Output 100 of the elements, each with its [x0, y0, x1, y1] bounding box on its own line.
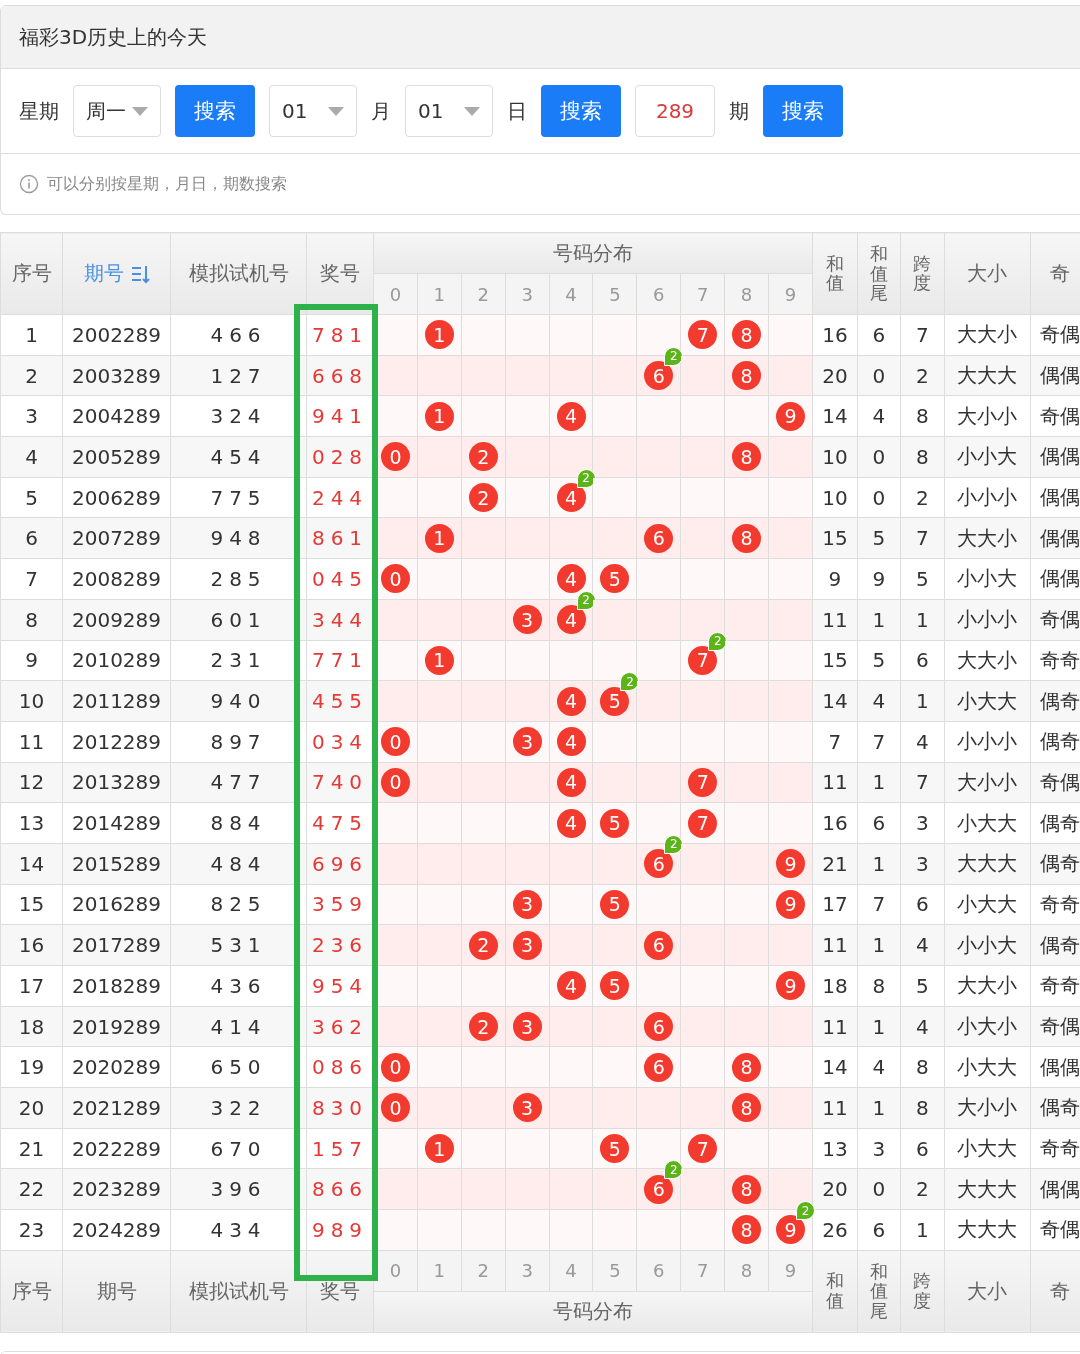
table-cell: 0: [857, 1168, 901, 1210]
number-ball: 8: [732, 1052, 762, 1082]
table-cell: 15: [0, 884, 63, 925]
column-header: 跨度: [900, 232, 945, 315]
table-cell: 7: [0, 558, 63, 600]
table-cell: 5: [900, 965, 945, 1007]
number-ball: 3: [512, 1012, 542, 1042]
number-ball: 3: [512, 727, 542, 757]
column-header: 和值尾: [857, 232, 901, 315]
number-ball: 2: [468, 1012, 498, 1042]
table-cell: 2022289: [62, 1128, 171, 1169]
table-cell: 2003289: [62, 355, 171, 396]
table-cell: 20: [812, 1168, 858, 1210]
table-cell: 436: [170, 965, 307, 1007]
table-cell: 15: [812, 517, 858, 559]
table-cell: 5: [857, 640, 901, 681]
number-ball: 7: [688, 320, 718, 350]
table-cell: 偶奇: [1030, 924, 1080, 966]
table-cell: 414: [170, 1006, 307, 1047]
table-cell: 偶奇: [1030, 680, 1080, 722]
column-header: 模拟试机号: [170, 1250, 307, 1333]
table-cell: 大大小: [944, 640, 1031, 681]
table-cell: 8: [900, 1087, 945, 1129]
table-cell: 14: [812, 1046, 858, 1088]
sort-icon[interactable]: [129, 263, 150, 284]
search-button[interactable]: 搜索: [175, 85, 255, 137]
table-cell: 5: [0, 477, 63, 518]
number-ball: 4: [556, 727, 586, 757]
table-cell: 小大小: [944, 1006, 1031, 1047]
number-ball: 5: [600, 971, 630, 1001]
number-ball: 7: [688, 1134, 718, 1164]
table-cell: 20: [812, 355, 858, 396]
column-header: 期号: [62, 1250, 171, 1333]
column-header: 模拟试机号: [170, 232, 307, 315]
table-cell: 2002289: [62, 314, 171, 356]
number-ball: 9: [776, 889, 805, 919]
table-cell: 3: [900, 843, 945, 885]
column-header: 3: [505, 1250, 550, 1292]
table-cell: 434: [170, 1209, 307, 1251]
table-cell: 2: [0, 355, 63, 396]
table-cell: 5: [857, 517, 901, 559]
table-cell: 9: [812, 558, 858, 600]
table-cell: 2009289: [62, 599, 171, 640]
number-ball: 9: [776, 401, 805, 431]
table-cell: 1: [900, 599, 945, 640]
table-cell: 11: [812, 599, 858, 640]
table-cell: 14: [812, 680, 858, 722]
column-header: 7: [680, 1250, 725, 1292]
table-cell: 1: [900, 1209, 945, 1251]
table-cell: 23: [0, 1209, 63, 1251]
number-ball: 6: [644, 523, 674, 553]
month-select[interactable]: 01: [269, 85, 357, 137]
table-cell: 7: [900, 762, 945, 803]
table-cell: 2: [900, 1168, 945, 1210]
table-cell: 477: [170, 762, 307, 803]
table-cell: 11: [812, 1006, 858, 1047]
table-cell: 7: [857, 721, 901, 763]
table-cell: 13: [0, 802, 63, 844]
table-cell: 小小小: [944, 477, 1031, 518]
weekday-select[interactable]: 周一: [73, 85, 161, 137]
search-button[interactable]: 搜索: [541, 85, 621, 137]
table-cell: 7: [900, 517, 945, 559]
table-cell: 17: [812, 884, 858, 925]
table-cell: 0: [857, 355, 901, 396]
table-cell: 10: [812, 436, 858, 478]
number-ball: 8: [732, 523, 762, 553]
issue-input[interactable]: 289: [635, 85, 715, 137]
table-cell: 小大大: [944, 884, 1031, 925]
number-ball: 3: [512, 605, 542, 635]
table-cell: 1: [857, 1006, 901, 1047]
table-cell: 大大大: [944, 1168, 1031, 1210]
column-header: 4: [549, 273, 593, 315]
search-button[interactable]: 搜索: [763, 85, 843, 137]
day-select[interactable]: 01: [405, 85, 493, 137]
column-header: 序号: [0, 232, 63, 315]
number-ball: 0: [380, 442, 410, 472]
column-header[interactable]: 期号: [62, 232, 171, 315]
table-cell: 1: [857, 762, 901, 803]
table-cell: 大大小: [944, 314, 1031, 356]
number-ball: 4: [556, 686, 586, 716]
table-cell: 3: [857, 1128, 901, 1169]
table-cell: 11: [812, 1087, 858, 1129]
table-cell: 6: [857, 1209, 901, 1251]
table-cell: 2004289: [62, 395, 171, 437]
table-cell: 4: [900, 1006, 945, 1047]
table-cell: 17: [0, 965, 63, 1007]
number-ball: 7: [688, 645, 718, 675]
table-cell: 16: [812, 314, 858, 356]
table-cell: 127: [170, 355, 307, 396]
table-cell: 15: [812, 640, 858, 681]
table-cell: 偶偶: [1030, 517, 1080, 559]
table-cell: 2012289: [62, 721, 171, 763]
column-header: 8: [724, 273, 769, 315]
table-cell: 9: [0, 640, 63, 681]
column-header: 奇: [1030, 232, 1080, 315]
table-cell: 小小小: [944, 721, 1031, 763]
number-ball: 4: [556, 808, 586, 838]
column-header: 4: [549, 1250, 593, 1292]
table-cell: 6: [900, 1128, 945, 1169]
column-header: 5: [592, 273, 637, 315]
